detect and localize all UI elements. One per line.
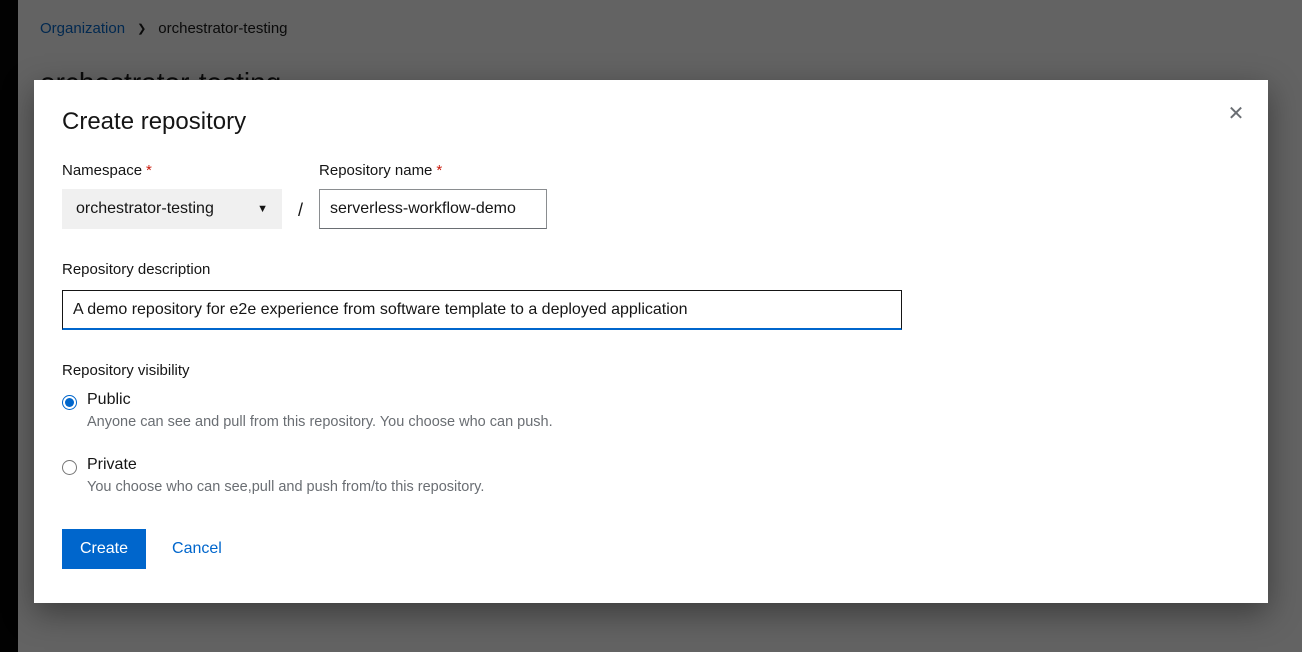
create-button[interactable]: Create bbox=[62, 529, 146, 569]
cancel-button[interactable]: Cancel bbox=[172, 540, 222, 558]
repo-name-input[interactable] bbox=[319, 189, 547, 229]
repo-description-input[interactable] bbox=[62, 290, 902, 330]
modal-overlay: ✕ Create repository Namespace* orchestra… bbox=[0, 0, 1302, 652]
close-button[interactable]: ✕ bbox=[1222, 100, 1250, 128]
repo-name-label: Repository name* bbox=[319, 162, 547, 179]
repo-description-label: Repository description bbox=[62, 261, 1240, 278]
namespace-label: Namespace* bbox=[62, 162, 282, 179]
namespace-select-value: orchestrator-testing bbox=[76, 200, 214, 218]
create-repository-modal: ✕ Create repository Namespace* orchestra… bbox=[34, 80, 1268, 603]
visibility-public-help: Anyone can see and pull from this reposi… bbox=[87, 414, 1240, 430]
close-icon: ✕ bbox=[1228, 103, 1245, 125]
path-separator: / bbox=[298, 200, 303, 229]
visibility-private-radio[interactable] bbox=[62, 460, 77, 475]
caret-down-icon: ▼ bbox=[257, 203, 268, 215]
visibility-private-help: You choose who can see,pull and push fro… bbox=[87, 479, 1240, 495]
visibility-public-label[interactable]: Public bbox=[87, 391, 131, 409]
visibility-public-radio[interactable] bbox=[62, 395, 77, 410]
modal-title: Create repository bbox=[62, 108, 1240, 136]
repo-visibility-label: Repository visibility bbox=[62, 362, 1240, 379]
visibility-private-label[interactable]: Private bbox=[87, 456, 137, 474]
namespace-select[interactable]: orchestrator-testing ▼ bbox=[62, 189, 282, 229]
